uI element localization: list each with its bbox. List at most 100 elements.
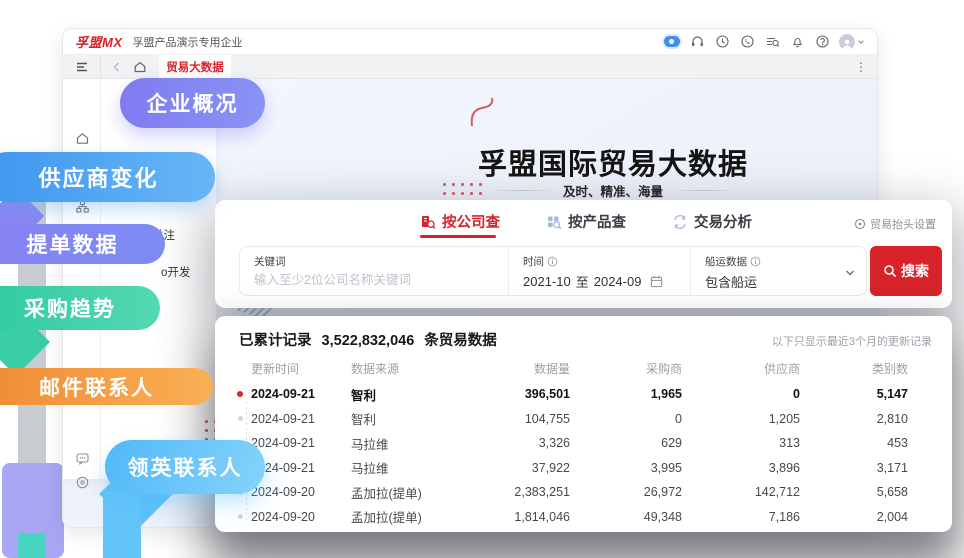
row-dot [238,416,243,421]
callout-bill-of-lading: 提单数据 [0,224,165,264]
records-panel: 已累计记录 3,522,832,046 条贸易数据 以下只显示最近3个月的更新记… [215,316,952,532]
chat-nav-icon[interactable] [63,451,101,466]
records-header: 已累计记录 3,522,832,046 条贸易数据 以下只显示最近3个月的更新记… [215,316,952,354]
develop-label: o开发 [161,264,190,280]
avatar-icon [839,34,855,50]
tab-by-company[interactable]: 按公司查 [420,211,500,232]
shipping-value: 包含船运 [705,272,852,291]
callout-email-contacts: 邮件联系人 [0,368,213,405]
chevron-down-icon [844,267,856,279]
sidebar: AI AI智能推荐 99+ 我的关注 o开发 [63,79,216,479]
summary-prefix: 已累计记录 [239,333,312,349]
date-to: 2024-09 [594,274,642,289]
tab-trade-analysis-label: 交易分析 [694,211,752,232]
shipping-label-text: 船运数据 [705,254,747,269]
exchange-icon [672,214,688,230]
callout-purchase-trend: 采购趋势 [0,286,160,330]
time-range-group[interactable]: 时间 2021-10 至 2024-09 [508,247,690,295]
time-range-value: 2021-10 至 2024-09 [523,272,676,291]
table-row: 2024-09-20 孟加拉(提单) 2,383,251 26,972 142,… [215,480,952,505]
settings-nav-icon[interactable] [63,475,101,490]
tab-by-product-label: 按产品查 [568,211,626,232]
table-header-row: 更新时间 数据来源 数据量 采购商 供应商 类别数 [215,354,952,382]
bell-icon[interactable] [789,34,805,50]
menu-toggle-icon[interactable] [63,55,101,78]
list-search-icon[interactable] [764,34,780,50]
table-row: 2024-09-20 孟加拉(提单) 1,814,046 49,348 7,18… [215,505,952,530]
search-panel: 按公司查 按产品查 交易分析 贸易抬头设置 关键词 时间 [215,200,952,308]
decor-teal-rect [18,533,46,558]
col-suppliers: 供应商 [682,360,800,377]
info-icon [547,256,558,267]
company-title: 孚盟产品演示专用企业 [133,34,243,50]
clock-icon[interactable] [714,34,730,50]
callout-supplier-changes: 供应商变化 [0,152,215,202]
table-row: 2024-09-21 马拉维 37,922 3,995 3,896 3,171 [215,456,952,481]
eye-icon[interactable] [664,34,680,50]
chevron-down-icon [857,38,865,46]
table-row: 2024-09-21 智利 396,501 1,965 0 5,147 [215,382,952,407]
help-icon[interactable] [814,34,830,50]
shipping-label: 船运数据 [705,254,852,269]
date-from: 2021-10 [523,274,571,289]
search-button[interactable]: 搜索 [870,246,942,296]
col-data-volume: 数据量 [486,360,570,377]
search-icon [883,264,897,278]
divider [491,190,553,191]
summary-suffix: 条贸易数据 [424,333,497,349]
callout-linkedin-contacts: 领英联系人 [105,440,265,494]
trade-header-settings-label: 贸易抬头设置 [870,216,936,232]
tab-by-company-label: 按公司查 [442,211,500,232]
user-avatar[interactable] [839,34,865,50]
records-summary: 已累计记录 3,522,832,046 条贸易数据 [239,329,497,350]
active-tab-indicator [420,235,496,238]
sidebar-item-develop[interactable]: o开发 [161,264,190,280]
app-logo: 孚盟MX [75,32,123,51]
kebab-menu-icon[interactable]: ⋮ [855,60,867,74]
info-icon [750,256,761,267]
col-update-time: 更新时间 [251,360,351,377]
date-separator: 至 [576,272,589,291]
records-note: 以下只显示最近3个月的更新记录 [772,333,932,349]
page-title: 孚盟国际贸易大数据 [293,141,878,183]
home-icon[interactable] [133,60,147,74]
row-dot [237,391,243,397]
row-dot [238,514,243,519]
home-nav-icon[interactable] [63,131,101,146]
keyword-group: 关键词 [240,247,508,295]
time-label-text: 时间 [523,254,544,269]
tab-trade-bigdata[interactable]: 贸易大数据 [159,55,231,78]
decor-red-curve [468,96,498,130]
phone-icon[interactable] [739,34,755,50]
search-form: 关键词 时间 2021-10 至 2024-09 船运数据 [239,246,867,296]
table-row: 2024-09-21 智利 104,755 0 1,205 2,810 [215,407,952,432]
product-search-icon [546,214,562,230]
query-tabs: 按公司查 按产品查 交易分析 [420,211,752,232]
subtitle-text: 及时、精准、海量 [563,181,663,200]
gear-icon [854,218,866,230]
tab-trade-analysis[interactable]: 交易分析 [672,211,752,232]
browser-tabstrip: 贸易大数据 ⋮ [63,55,877,79]
screenshot-stage: 孚盟MX 孚盟产品演示专用企业 [0,0,964,558]
col-data-source: 数据来源 [351,360,486,377]
titlebar-icon-row [664,34,865,50]
summary-count: 3,522,832,046 [322,333,415,349]
keyword-label: 关键词 [254,254,494,269]
back-icon[interactable] [111,61,123,73]
callout-company-overview: 企业概况 [120,78,265,128]
tab-by-product[interactable]: 按产品查 [546,211,626,232]
window-titlebar: 孚盟MX 孚盟产品演示专用企业 [63,29,877,55]
shipping-select-group[interactable]: 船运数据 包含船运 [690,247,866,295]
col-categories: 类别数 [800,360,908,377]
trade-header-settings[interactable]: 贸易抬头设置 [854,216,936,232]
divider [673,190,735,191]
callout-tail [103,492,141,558]
time-label: 时间 [523,254,676,269]
headset-icon[interactable] [689,34,705,50]
keyword-input[interactable] [254,273,494,287]
table-row: 2024-09-21 马拉维 3,326 629 313 453 [215,431,952,456]
page-subtitle: 及时、精准、海量 [293,181,878,200]
search-button-label: 搜索 [901,261,929,281]
col-buyers: 采购商 [570,360,682,377]
calendar-icon [650,275,663,288]
